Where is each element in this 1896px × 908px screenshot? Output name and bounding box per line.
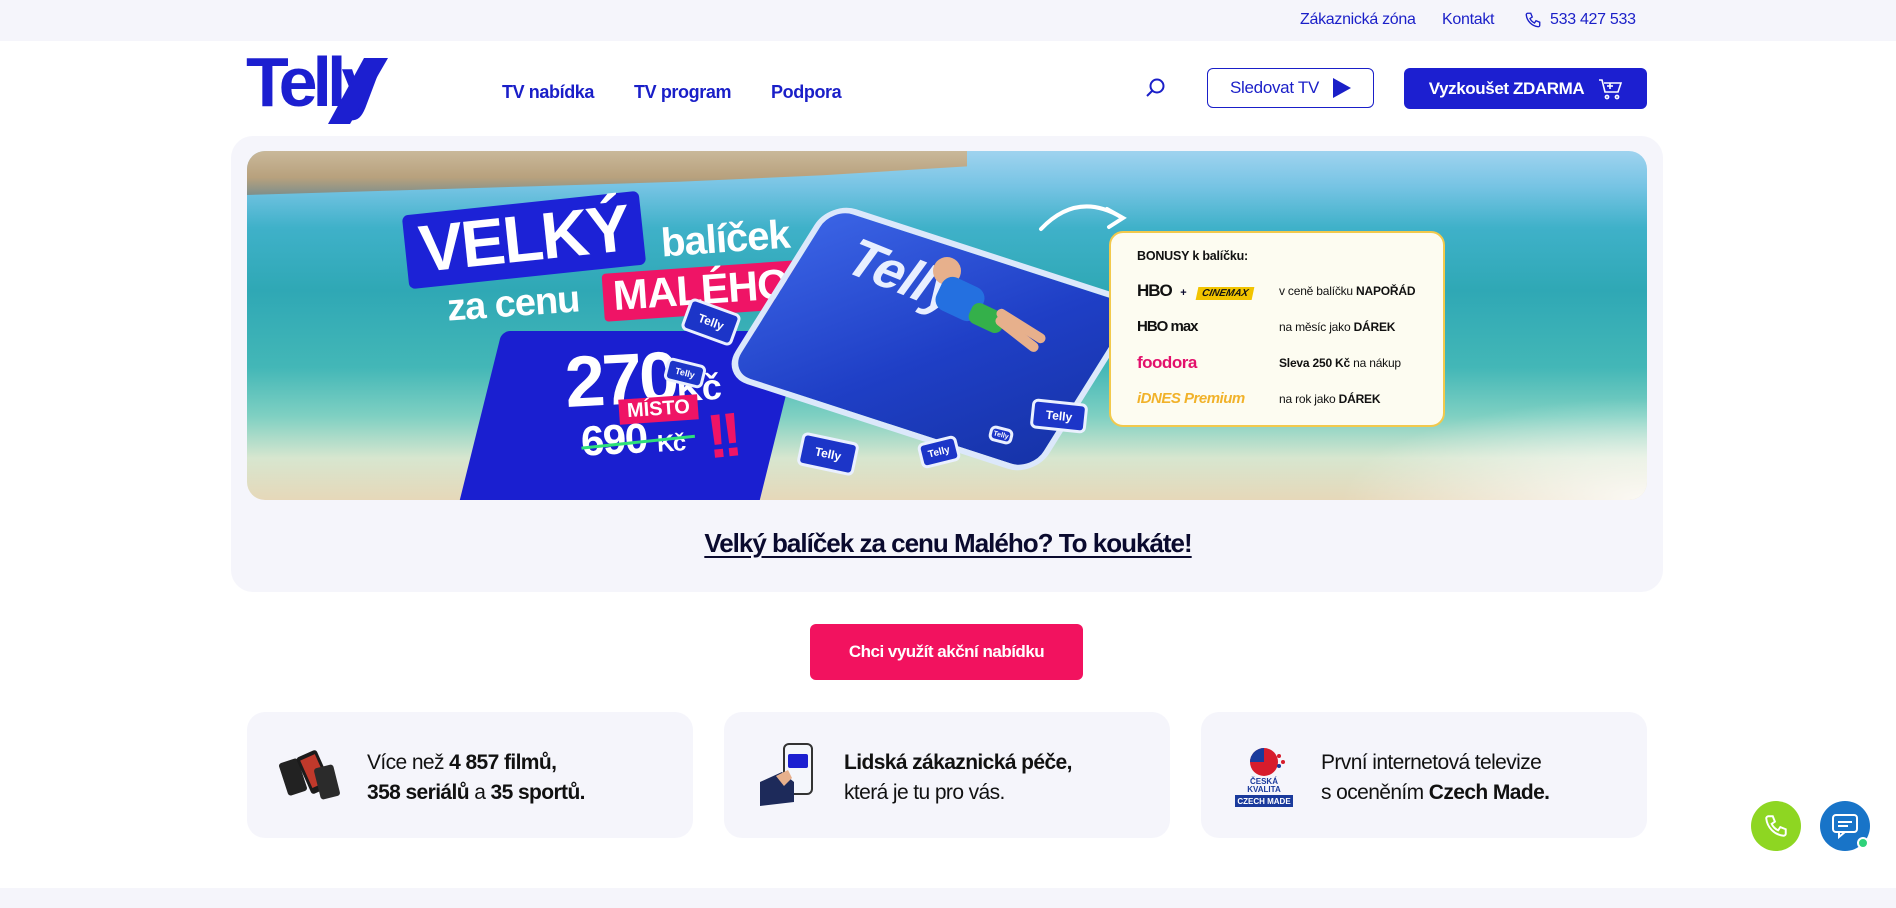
nav-tv-program[interactable]: TV program (634, 82, 731, 103)
price-old: 690 Kč (580, 412, 686, 465)
curved-arrow-icon (1039, 204, 1127, 231)
cart-icon (1599, 78, 1623, 99)
feature-card-support: Lidská zákaznická péče, která je tu pro … (724, 712, 1170, 838)
bonus-text: v ceně balíčku NAPOŘÁD (1279, 284, 1416, 298)
bonus-row: HBO + CINEMAX v ceně balíčku NAPOŘÁD (1137, 273, 1423, 309)
foodora-logo: foodora (1137, 353, 1197, 372)
try-free-button[interactable]: Vyzkoušet ZDARMA (1404, 68, 1647, 109)
try-free-label: Vyzkoušet ZDARMA (1428, 78, 1585, 98)
bonus-row: foodora Sleva 250 Kč na nákup (1137, 345, 1423, 381)
promo-headline-link[interactable]: Velký balíček za cenu Malého? To koukáte… (704, 528, 1192, 558)
nav-podpora[interactable]: Podpora (771, 82, 842, 103)
bonus-box: BONUSY k balíčku: HBO + CINEMAX v ceně b… (1109, 231, 1445, 427)
feature-text: První internetová televize s oceněním Cz… (1321, 751, 1550, 804)
promo-headline: Velký balíček za cenu Malého? To koukáte… (0, 528, 1896, 559)
old-price-currency: Kč (656, 429, 686, 458)
claim-offer-button[interactable]: Chci využít akční nabídku (810, 624, 1083, 680)
svg-text:CZECH MADE: CZECH MADE (1237, 797, 1291, 806)
hand-phone-icon (760, 743, 813, 806)
bonus-text: na rok jako DÁREK (1279, 392, 1381, 406)
bonus-text: Sleva 250 Kč na nákup (1279, 356, 1401, 370)
phone-number: 533 427 533 (1550, 11, 1636, 28)
phones-icon (279, 750, 340, 800)
customer-zone-link[interactable]: Zákaznická zóna (1300, 11, 1416, 29)
plus-sign: + (1180, 287, 1187, 299)
main-nav: TV nabídka TV program Podpora (502, 82, 842, 103)
watch-tv-label: Sledovat TV (1230, 78, 1319, 97)
contact-link[interactable]: Kontakt (1442, 11, 1494, 29)
bonus-text: na měsíc jako DÁREK (1279, 320, 1396, 334)
svg-text:KVALITA: KVALITA (1247, 785, 1281, 794)
telly-logo[interactable]: Telly (246, 50, 388, 124)
old-price-value: 690 (579, 414, 648, 465)
phone-icon (1525, 12, 1541, 28)
hbo-logo: HBO (1137, 281, 1173, 300)
promo-banner[interactable]: VELKÝ balíček za cenu MALÉHO 270Kč MÍSTO… (247, 151, 1647, 500)
telly-box-image: Telly (1029, 398, 1089, 434)
bonus-row: iDNES Premium na rok jako DÁREK (1137, 381, 1423, 417)
bonus-row: HBO max na měsíc jako DÁREK (1137, 309, 1423, 345)
headline-balicek: balíček (659, 212, 791, 266)
feature-text: Lidská zákaznická péče, která je tu pro … (844, 751, 1072, 804)
phone-link[interactable]: 533 427 533 (1524, 11, 1636, 29)
top-bar: Zákaznická zóna Kontakt 533 427 533 (0, 0, 1896, 41)
cinemax-logo: CINEMAX (1195, 287, 1255, 300)
chat-icon (1832, 814, 1858, 839)
feature-card-czech-made: ČESKÁ KVALITA CZECH MADE První interneto… (1201, 712, 1647, 838)
call-button[interactable] (1751, 801, 1801, 851)
man-relaxing-image (933, 257, 1046, 352)
bonus-title: BONUSY k balíčku: (1137, 249, 1248, 263)
nav-tv-nabidka[interactable]: TV nabídka (502, 82, 594, 103)
hbo-max-logo: HBO max (1137, 318, 1199, 335)
telly-box-image: Telly (796, 431, 860, 477)
feature-card-content: Více než 4 857 filmů, 358 seriálů a 35 s… (247, 712, 693, 838)
czech-made-badge-icon: ČESKÁ KVALITA CZECH MADE (1235, 748, 1293, 807)
play-icon (1333, 78, 1351, 98)
feature-text: Více než 4 857 filmů, 358 seriálů a 35 s… (367, 751, 586, 804)
phone-icon (1765, 815, 1787, 837)
hbo-cinemax-logo: HBO + CINEMAX (1137, 281, 1279, 301)
watch-tv-button[interactable]: Sledovat TV (1207, 68, 1374, 108)
coastal-town-image (247, 151, 967, 195)
idnes-premium-logo: iDNES Premium (1137, 390, 1245, 407)
footer-edge (0, 888, 1896, 908)
online-status-dot (1857, 837, 1869, 849)
search-icon[interactable] (1144, 76, 1168, 100)
headline-za-cenu: za cenu (445, 278, 581, 330)
